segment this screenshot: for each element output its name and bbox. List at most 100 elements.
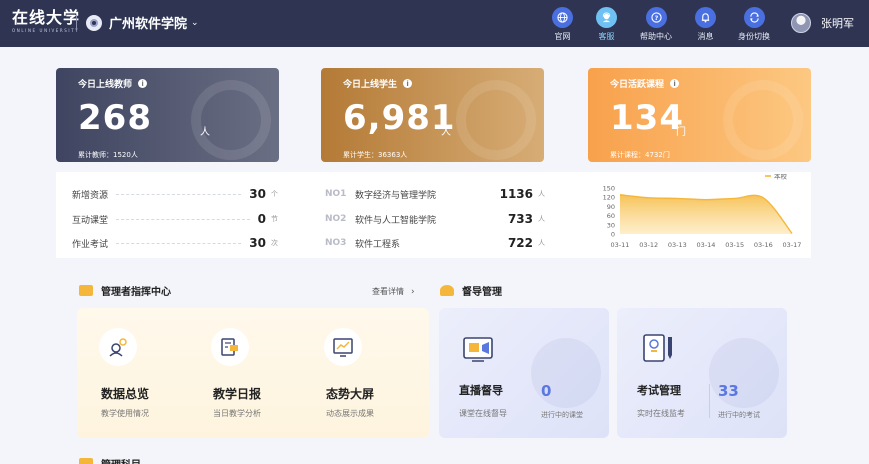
logo-divider: [76, 16, 77, 30]
avatar: [791, 13, 811, 33]
admin-tools-panel: 数据总览 教学使用情况 教学日报 当日教学分析 态势大屏 动态展示成果: [77, 308, 429, 438]
tool-data-overview[interactable]: 数据总览 教学使用情况: [77, 308, 187, 438]
x-tick-label: 03-13: [668, 241, 687, 249]
nav-messages[interactable]: 消息: [695, 0, 716, 42]
nav-label: 客服: [598, 32, 615, 41]
supervision-header: 督导管理: [440, 283, 502, 298]
stat-value: 268: [78, 98, 152, 138]
section-title: 管理者指挥中心: [101, 287, 171, 298]
user-name: 张明军: [821, 17, 854, 30]
chevron-down-icon: ⌄: [191, 17, 199, 28]
nav-label: 帮助中心: [640, 32, 672, 41]
card-count: 0: [541, 382, 552, 400]
ranking-value: 1136: [499, 187, 533, 201]
rank-label: NO3: [325, 238, 347, 248]
summary-value: 0: [257, 212, 266, 226]
ranking-item: NO2 软件与人工智能学院 733 人: [325, 212, 545, 226]
info-icon[interactable]: i: [403, 79, 413, 88]
stat-title-text: 今日上线学生: [343, 80, 398, 90]
y-tick-label: 90: [607, 203, 615, 211]
stat-unit: 人: [441, 127, 451, 138]
people-icon: [440, 285, 454, 296]
card-count-label: 进行中的考试: [718, 411, 760, 419]
summary-value: 30: [249, 236, 266, 250]
nav-customer-service[interactable]: 客服: [596, 0, 617, 42]
view-details-label: 查看详情: [372, 287, 404, 296]
y-tick-label: 30: [607, 221, 615, 229]
summary-label: 新增资源: [72, 190, 109, 201]
dotted-leader: [116, 193, 242, 195]
card-live-supervision[interactable]: 直播督导 课堂在线督导 0 进行中的课堂: [439, 308, 609, 438]
stat-footer: 累计教师：1520人: [78, 151, 138, 159]
x-tick-label: 03-16: [754, 241, 773, 249]
school-badge-icon: [86, 14, 102, 31]
tool-desc: 当日教学分析: [213, 409, 261, 418]
dotted-leader: [116, 242, 242, 244]
stat-title: 今日上线学生 i: [343, 77, 413, 90]
tool-teaching-daily[interactable]: 教学日报 当日教学分析: [189, 308, 299, 438]
course-illustration-icon: [723, 80, 803, 160]
ranking-value: 733: [507, 212, 533, 226]
stat-card-courses: 今日活跃课程 i 134 门 累计课程：4732门: [588, 68, 811, 162]
summary-item: 作业考试 30 次: [72, 236, 278, 250]
customer-service-icon: [596, 7, 617, 28]
card-title: 考试管理: [637, 384, 681, 397]
tool-name: 态势大屏: [326, 387, 375, 401]
logo-title: 在线大学: [12, 8, 81, 27]
logo[interactable]: 在线大学 ONLINE UNIVERSITY: [12, 8, 81, 34]
chart-svg: 150120906030 0 03-11 03-12 03-13 03-14 03-15 03…: [603, 172, 802, 250]
x-tick-label: 03-17: [783, 241, 802, 249]
stat-title-text: 今日活跃课程: [610, 80, 665, 90]
ranking-item: NO3 软件工程系 722 人: [325, 236, 545, 250]
dotted-leader: [444, 219, 500, 220]
legend-label: 本校: [774, 174, 788, 181]
ranking-unit: 人: [538, 190, 545, 198]
dotted-leader: [444, 194, 492, 195]
view-details-link[interactable]: 查看详情 ›: [372, 286, 415, 297]
ranking-unit: 人: [538, 215, 545, 223]
summary-item: 互动课堂 0 节: [72, 212, 278, 226]
x-tick-label: 03-11: [611, 241, 630, 249]
stat-unit: 门: [676, 127, 686, 138]
student-illustration-icon: [456, 80, 536, 160]
card-count-label: 进行中的课堂: [541, 411, 583, 419]
y-tick-label: 120: [603, 194, 615, 202]
ranking-unit: 人: [538, 239, 545, 247]
tool-situation-screen[interactable]: 态势大屏 动态展示成果: [302, 308, 412, 438]
card-desc: 实时在线监考: [637, 409, 685, 418]
stat-value: 6,981: [343, 98, 456, 138]
data-overview-icon: [99, 328, 137, 366]
school-name: 广州软件学院: [109, 17, 188, 32]
card-exam-management[interactable]: 考试管理 实时在线监考 33 进行中的考试: [617, 308, 787, 438]
stat-footer: 累计课程：4732门: [610, 151, 670, 159]
card-count: 33: [718, 382, 739, 400]
ranking-value: 722: [507, 236, 533, 250]
summary-unit: 节: [271, 215, 278, 223]
management-subjects-header: 管理科目: [79, 456, 141, 464]
ranking-item: NO1 数字经济与管理学院 1136 人: [325, 187, 545, 201]
section-title: 督导管理: [462, 287, 502, 298]
y-tick-label: 60: [607, 212, 615, 220]
stat-card-teachers: 今日上线教师 i 268 人 累计教师：1520人: [56, 68, 279, 162]
tool-name: 教学日报: [213, 387, 262, 401]
summary-value: 30: [249, 187, 266, 201]
school-switcher[interactable]: 广州软件学院 ⌄: [86, 13, 199, 32]
dotted-leader: [116, 218, 250, 220]
ranking-name: 数字经济与管理学院: [355, 190, 437, 201]
switch-icon: [743, 7, 765, 28]
info-icon[interactable]: i: [138, 79, 148, 88]
x-tick-label: 03-12: [639, 241, 658, 249]
monitor-icon: [79, 285, 93, 296]
section-title: 管理科目: [101, 456, 141, 464]
summary-unit: 次: [271, 239, 278, 247]
user-menu[interactable]: 张明军: [791, 13, 854, 33]
summary-label: 作业考试: [72, 239, 109, 250]
nav-official-site[interactable]: 官网: [552, 0, 573, 42]
nav-switch-identity[interactable]: 身份切换: [738, 0, 770, 42]
help-icon: ?: [645, 7, 667, 28]
info-icon[interactable]: i: [670, 79, 680, 88]
nav-help-center[interactable]: ? 帮助中心: [640, 0, 672, 42]
rank-label: NO2: [325, 214, 347, 224]
tool-desc: 动态展示成果: [326, 409, 374, 418]
stat-title: 今日上线教师 i: [78, 77, 148, 90]
